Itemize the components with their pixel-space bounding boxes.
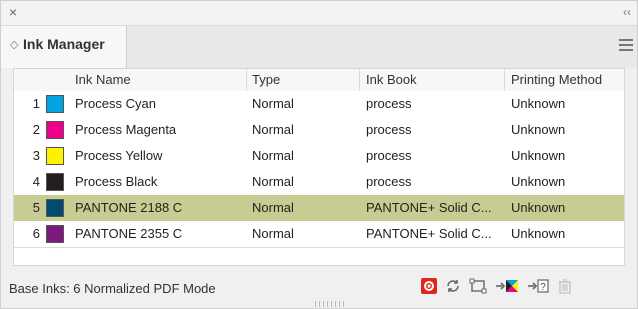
ink-book-cell: process: [366, 148, 412, 163]
printing-method-cell: Unknown: [511, 148, 566, 163]
column-header-printing-method[interactable]: Printing Method: [511, 72, 602, 87]
column-header-ink-name[interactable]: Ink Name: [75, 72, 131, 87]
fit-frame-icon[interactable]: [469, 278, 487, 296]
collapse-panel-icon[interactable]: ‹‹: [623, 5, 631, 19]
tab-ink-manager[interactable]: ◇ Ink Manager: [1, 26, 127, 68]
ink-manager-panel: × ‹‹ ◇ Ink Manager Ink Name Type Ink Boo…: [0, 0, 638, 309]
ink-name-cell: Process Cyan: [75, 96, 156, 111]
type-cell: Normal: [252, 122, 294, 137]
row-number: 5: [32, 200, 40, 215]
tab-expand-icon: ◇: [10, 39, 19, 51]
status-text: Base Inks: 6 Normalized PDF Mode: [9, 281, 216, 296]
row-number: 2: [32, 122, 40, 137]
column-header-type[interactable]: Type: [252, 72, 280, 87]
column-header-ink-book[interactable]: Ink Book: [366, 72, 417, 87]
ink-swatch: [46, 95, 64, 113]
preview-settings-icon[interactable]: [421, 278, 437, 296]
ink-name-cell: Process Magenta: [75, 122, 177, 137]
column-divider[interactable]: [359, 69, 360, 91]
table-row[interactable]: 2 Process Magenta Normal process Unknown: [14, 117, 624, 144]
type-cell: Normal: [252, 226, 294, 241]
ink-book-cell: process: [366, 96, 412, 111]
ink-name-cell: Process Yellow: [75, 148, 163, 163]
printing-method-cell: Unknown: [511, 226, 566, 241]
printing-method-cell: Unknown: [511, 96, 566, 111]
table-row[interactable]: 3 Process Yellow Normal process Unknown: [14, 143, 624, 170]
printing-method-cell: Unknown: [511, 174, 566, 189]
printing-method-cell: Unknown: [511, 122, 566, 137]
table-row[interactable]: 1 Process Cyan Normal process Unknown: [14, 91, 624, 118]
ink-name-cell: PANTONE 2188 C: [75, 200, 183, 215]
panel-tab-bar: ◇ Ink Manager: [1, 26, 637, 68]
table-row[interactable]: 4 Process Black Normal process Unknown: [14, 169, 624, 196]
ink-swatch: [46, 225, 64, 243]
column-divider[interactable]: [504, 69, 505, 91]
panel-menu-icon[interactable]: [619, 39, 633, 51]
resize-grip[interactable]: [315, 301, 347, 307]
delete-icon[interactable]: [557, 278, 573, 296]
type-cell: Normal: [252, 200, 294, 215]
table-row[interactable]: 5 PANTONE 2188 C Normal PANTONE+ Solid C...…: [14, 195, 624, 222]
ink-swatch: [46, 199, 64, 217]
table-header: Ink Name Type Ink Book Printing Method: [14, 69, 624, 92]
close-icon[interactable]: ×: [9, 4, 17, 20]
ink-name-cell: Process Black: [75, 174, 158, 189]
table-row[interactable]: 6 PANTONE 2355 C Normal PANTONE+ Solid C...…: [14, 221, 624, 248]
status-bar: Base Inks: 6 Normalized PDF Mode ?: [1, 271, 637, 301]
row-number: 4: [32, 174, 40, 189]
type-cell: Normal: [252, 96, 294, 111]
ink-swatch: [46, 147, 64, 165]
ink-swatch: [46, 173, 64, 191]
refresh-icon[interactable]: [445, 278, 461, 296]
row-number: 1: [32, 96, 40, 111]
panel-titlebar: × ‹‹: [1, 1, 637, 26]
ink-swatch: [46, 121, 64, 139]
column-divider[interactable]: [246, 69, 247, 91]
type-cell: Normal: [252, 148, 294, 163]
ink-book-cell: PANTONE+ Solid C...: [366, 200, 492, 215]
row-number: 6: [32, 226, 40, 241]
ink-book-cell: PANTONE+ Solid C...: [366, 226, 492, 241]
row-number: 3: [32, 148, 40, 163]
svg-text:?: ?: [540, 282, 546, 293]
unknown-ink-icon[interactable]: ?: [527, 278, 549, 296]
convert-to-process-icon[interactable]: [495, 278, 519, 296]
printing-method-cell: Unknown: [511, 200, 566, 215]
ink-table: Ink Name Type Ink Book Printing Method 1…: [13, 68, 625, 266]
ink-name-cell: PANTONE 2355 C: [75, 226, 183, 241]
ink-book-cell: process: [366, 122, 412, 137]
ink-book-cell: process: [366, 174, 412, 189]
tab-title: Ink Manager: [23, 36, 105, 52]
type-cell: Normal: [252, 174, 294, 189]
